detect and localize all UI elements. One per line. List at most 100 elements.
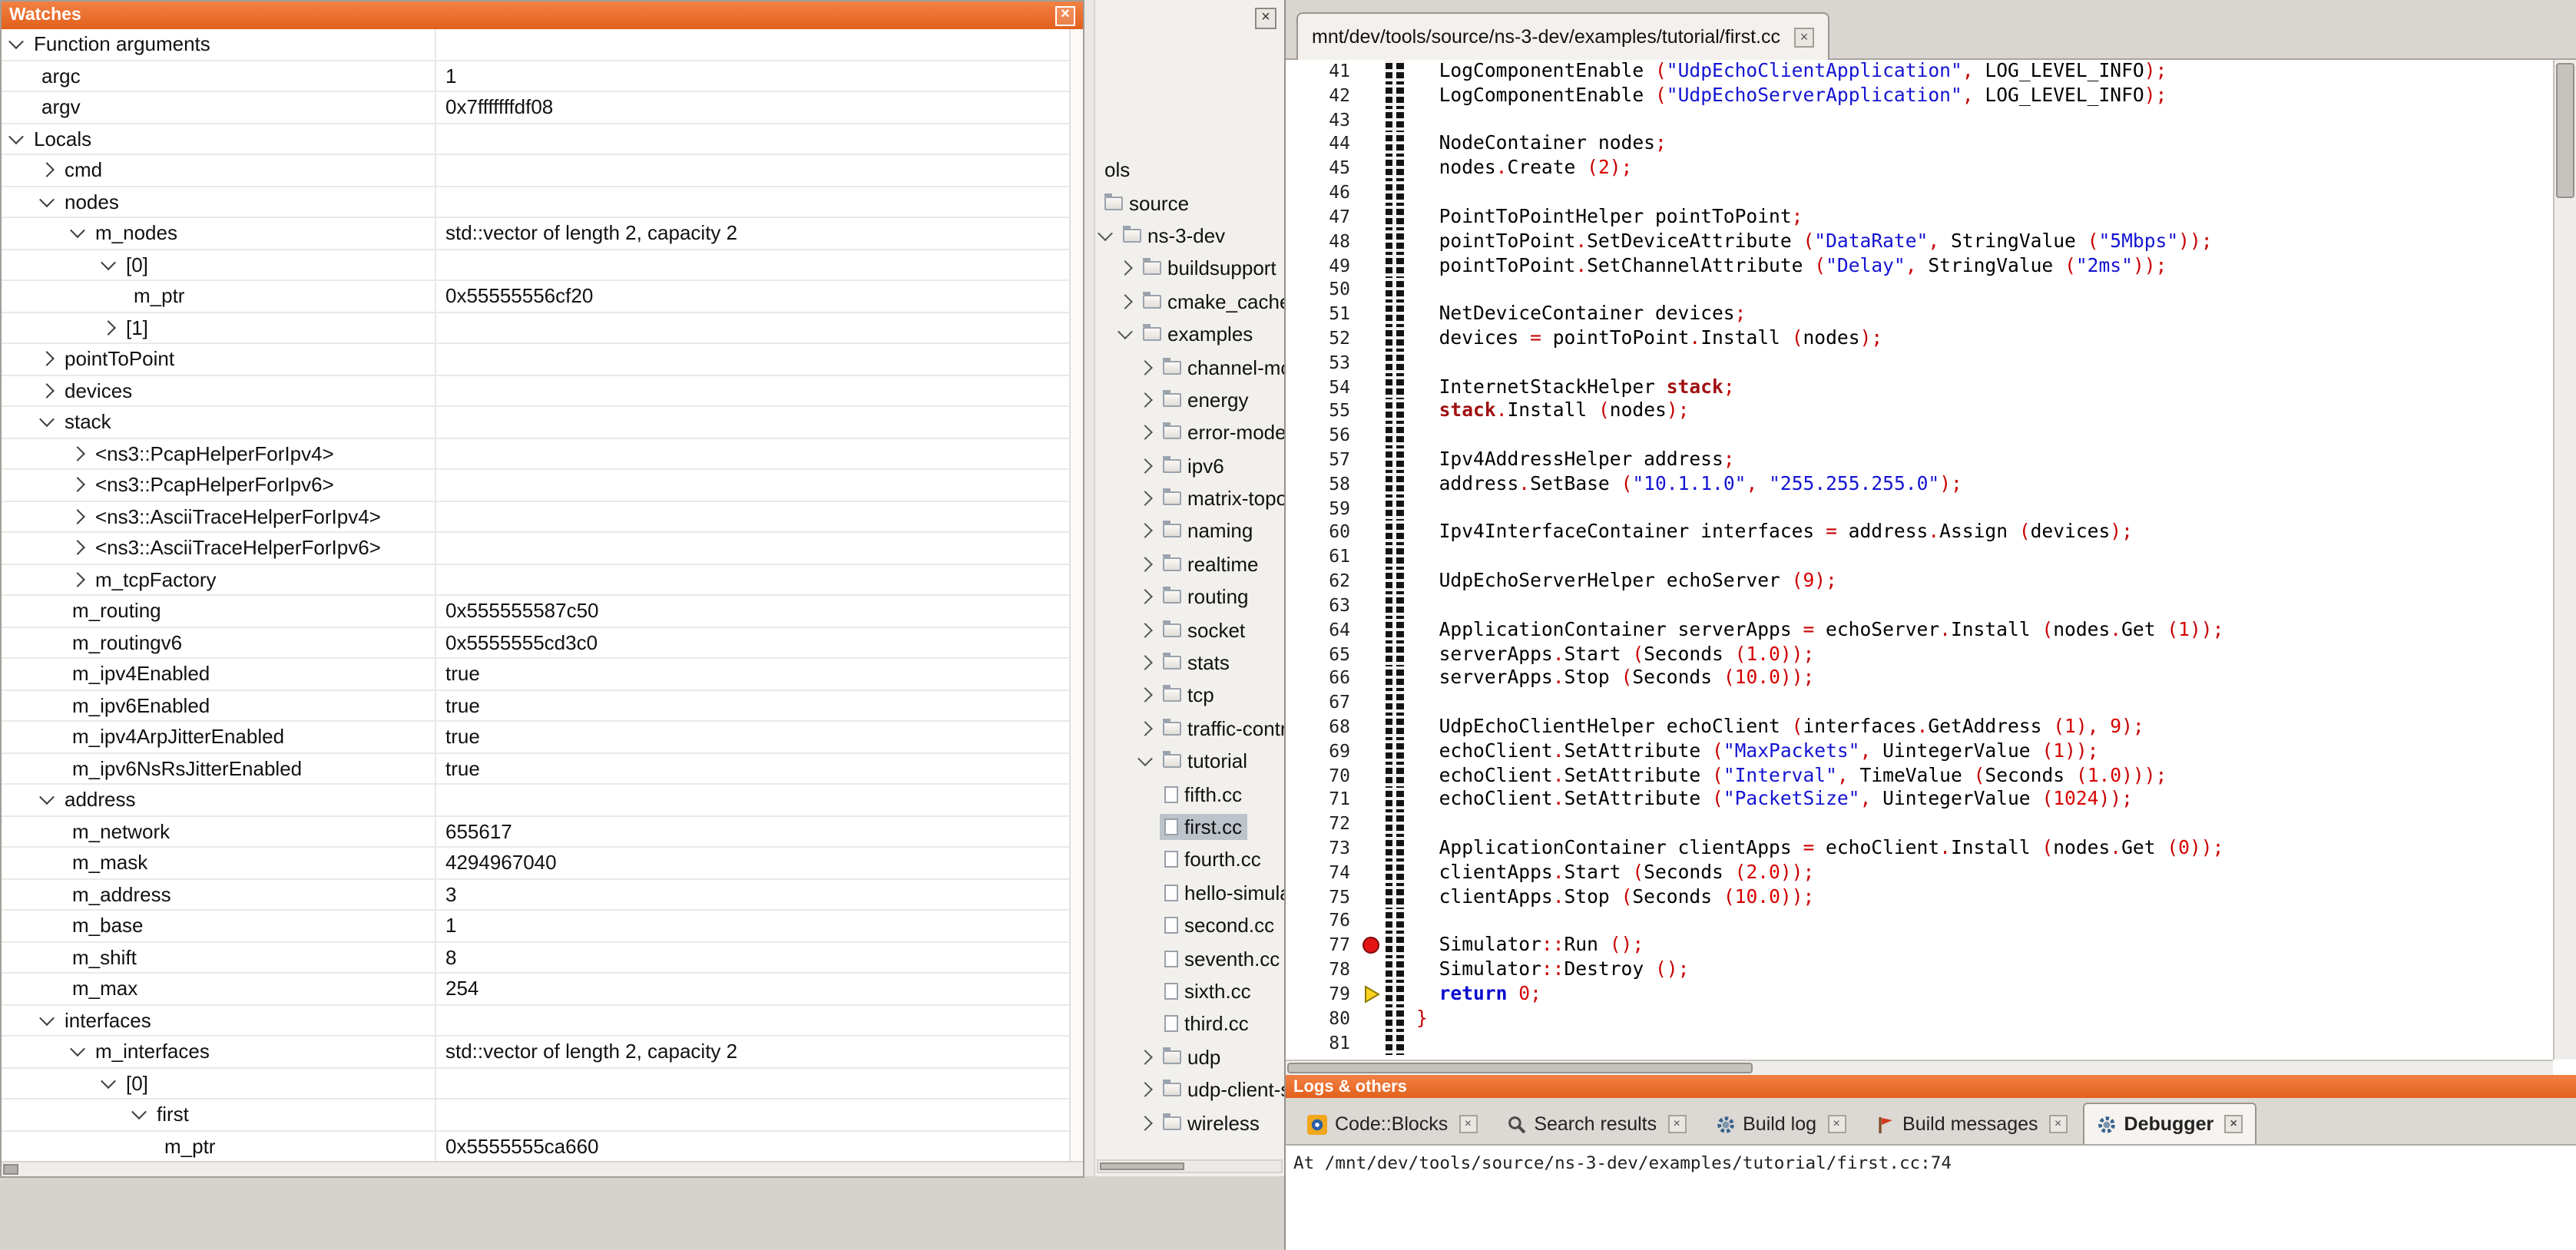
tree-item-energy[interactable]: energy [1097,383,1284,416]
tree-item-tutorial[interactable]: tutorial [1097,745,1284,778]
watch-row[interactable]: interfaces [2,1005,1069,1037]
code-line[interactable]: 64 ApplicationContainer serverApps = ech… [1286,618,2553,643]
code-line[interactable]: 70 echoClient.SetAttribute ("Interval", … [1286,764,2553,789]
watch-row[interactable]: first [2,1100,1069,1131]
line-number[interactable]: 53 [1286,352,1359,376]
code-text[interactable]: NetDeviceContainer devices; [1404,303,1746,327]
line-number[interactable]: 48 [1286,230,1359,254]
code-text[interactable]: pointToPoint.SetChannelAttribute ("Delay… [1404,254,2167,279]
watch-row[interactable]: nodes [2,187,1069,218]
collapse-icon[interactable] [70,1042,85,1057]
tree-item-fourth-cc[interactable]: fourth.cc [1097,843,1284,876]
line-number[interactable]: 54 [1286,375,1359,400]
tree-item-third-cc[interactable]: third.cc [1097,1007,1284,1040]
code-line[interactable]: 76 [1286,910,2553,934]
expand-icon[interactable] [1137,655,1153,670]
code-text[interactable]: Ipv4AddressHelper address; [1404,448,1735,473]
line-number[interactable]: 64 [1286,618,1359,643]
line-number[interactable]: 77 [1286,934,1359,959]
code-line[interactable]: 43 [1286,108,2553,133]
line-number[interactable]: 73 [1286,837,1359,861]
scrollbar-thumb[interactable] [1100,1162,1184,1170]
code-line[interactable]: 67 [1286,691,2553,716]
code-line[interactable]: 66 serverApps.Stop (Seconds (10.0)); [1286,667,2553,692]
code-text[interactable]: clientApps.Stop (Seconds (10.0)); [1404,885,1814,910]
code-text[interactable]: ApplicationContainer serverApps = echoSe… [1404,618,2223,643]
line-number[interactable]: 78 [1286,958,1359,983]
line-number[interactable]: 68 [1286,716,1359,740]
expand-icon[interactable] [1137,491,1153,506]
expand-icon[interactable] [70,509,85,524]
code-text[interactable]: address.SetBase ("10.1.1.0", "255.255.25… [1404,473,1962,498]
code-text[interactable]: ApplicationContainer clientApps = echoCl… [1404,837,2223,861]
log-tab-build-messages[interactable]: Build messages× [1861,1103,2081,1144]
watches-horizontal-scrollbar[interactable] [2,1161,1083,1176]
tree-item-matrix-topology[interactable]: matrix-topology [1097,482,1284,515]
collapse-icon[interactable] [39,192,55,207]
collapse-icon[interactable] [1117,325,1133,340]
tree-item-examples[interactable]: examples [1097,318,1284,351]
code-line[interactable]: 55 stack.Install (nodes); [1286,400,2553,425]
code-text[interactable]: pointToPoint.SetDeviceAttribute ("DataRa… [1404,230,2213,254]
expand-icon[interactable] [1137,721,1153,736]
watch-row[interactable]: argv0x7fffffffdf08 [2,92,1069,124]
code-text[interactable] [1404,812,1416,837]
code-text[interactable] [1404,181,1416,206]
watch-row[interactable]: m_mask4294967040 [2,848,1069,879]
line-number[interactable]: 69 [1286,740,1359,765]
expand-icon[interactable] [1137,359,1153,375]
expand-icon[interactable] [1117,294,1133,309]
tree-item-ns-3-dev[interactable]: ns-3-dev [1097,220,1284,253]
code-text[interactable]: UdpEchoServerHelper echoServer (9); [1404,570,1837,594]
code-line[interactable]: 44 NodeContainer nodes; [1286,133,2553,157]
code-text[interactable]: stack.Install (nodes); [1404,400,1689,425]
code-line[interactable]: 42 LogComponentEnable ("UdpEchoServerApp… [1286,84,2553,109]
expand-icon[interactable] [1137,688,1153,703]
code-line[interactable]: 72 [1286,812,2553,837]
code-line[interactable]: 49 pointToPoint.SetChannelAttribute ("De… [1286,254,2553,279]
watch-row[interactable]: m_max254 [2,974,1069,1005]
watch-row[interactable]: m_network655617 [2,816,1069,848]
line-number[interactable]: 55 [1286,400,1359,425]
watch-row[interactable]: <ns3::AsciiTraceHelperForIpv4> [2,501,1069,533]
tree-item-buildsupport[interactable]: buildsupport [1097,252,1284,285]
line-number[interactable]: 44 [1286,133,1359,157]
watch-row[interactable]: stack [2,407,1069,438]
expand-icon[interactable] [1137,1115,1153,1130]
expand-icon[interactable] [1137,425,1153,441]
code-line[interactable]: 71 echoClient.SetAttribute ("PacketSize"… [1286,789,2553,813]
collapse-icon[interactable] [39,412,55,428]
close-icon[interactable]: × [2224,1115,2243,1133]
code-text[interactable] [1404,546,1416,570]
tree-item-traffic-control[interactable]: traffic-control [1097,712,1284,745]
code-line[interactable]: 51 NetDeviceContainer devices; [1286,303,2553,327]
tree-item-source[interactable]: source [1097,187,1284,220]
tree-item-wireless[interactable]: wireless [1097,1106,1284,1139]
code-line[interactable]: 53 [1286,352,2553,376]
scrollbar-thumb[interactable] [1287,1063,1753,1073]
code-line[interactable]: 80} [1286,1007,2553,1031]
line-number[interactable]: 56 [1286,424,1359,448]
tree-item-seventh-cc[interactable]: seventh.cc [1097,942,1284,975]
line-number[interactable]: 79 [1286,983,1359,1007]
line-number[interactable]: 59 [1286,497,1359,521]
watch-row[interactable]: [1] [2,312,1069,344]
code-line[interactable]: 46 [1286,181,2553,206]
scrollbar-thumb[interactable] [3,1164,18,1175]
code-text[interactable]: LogComponentEnable ("UdpEchoServerApplic… [1404,84,2167,109]
code-line[interactable]: 78 Simulator::Destroy (); [1286,958,2553,983]
tree-item-fifth-cc[interactable]: fifth.cc [1097,778,1284,811]
line-number[interactable]: 57 [1286,448,1359,473]
collapse-icon[interactable] [39,1010,55,1026]
code-line[interactable]: 69 echoClient.SetAttribute ("MaxPackets"… [1286,740,2553,765]
code-text[interactable]: serverApps.Start (Seconds (1.0)); [1404,643,1814,667]
tree-item-naming[interactable]: naming [1097,515,1284,548]
tree-item-socket[interactable]: socket [1097,613,1284,646]
tree-item-routing[interactable]: routing [1097,580,1284,613]
expand-icon[interactable] [1137,392,1153,408]
tree-item-channel-models[interactable]: channel-models [1097,351,1284,384]
code-text[interactable]: serverApps.Stop (Seconds (10.0)); [1404,667,1814,692]
code-text[interactable]: LogComponentEnable ("UdpEchoClientApplic… [1404,60,2167,84]
line-number[interactable]: 41 [1286,60,1359,84]
expand-icon[interactable] [70,446,85,461]
